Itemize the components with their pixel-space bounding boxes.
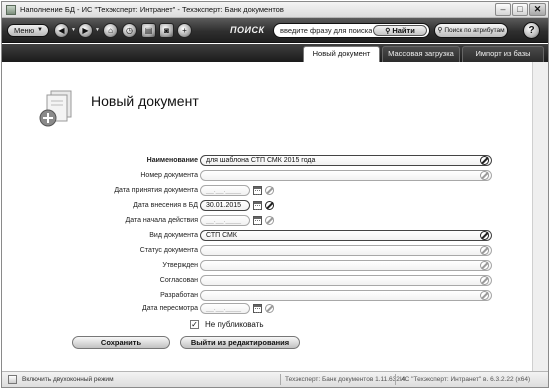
calendar-icon[interactable] — [253, 201, 262, 210]
history-icon[interactable]: ◷ — [122, 23, 137, 38]
form-content: Новый документ Наименование для шаблона … — [2, 62, 532, 371]
document-type-label: Вид документа — [149, 232, 198, 239]
approved-by-label: Утвержден — [162, 262, 198, 269]
document-number-label: Номер документа — [140, 172, 198, 179]
agreed-by-field[interactable] — [200, 275, 492, 286]
clear-icon[interactable] — [480, 231, 489, 240]
calendar-icon[interactable] — [253, 186, 262, 195]
camera-icon[interactable]: ◙ — [159, 23, 174, 38]
new-document-icon — [39, 90, 72, 127]
no-publish-label: Не публиковать — [205, 320, 264, 329]
calendar-icon[interactable] — [253, 304, 262, 313]
tab-bulk-upload[interactable]: Массовая загрузка — [382, 46, 460, 62]
tab-new-document[interactable]: Новый документ — [303, 46, 380, 62]
search-icon: ⚲ — [437, 27, 443, 34]
find-label: Найти — [392, 26, 415, 35]
close-button[interactable]: ✕ — [529, 3, 546, 16]
name-label: Наименование — [146, 157, 198, 164]
documents-icon[interactable]: ▤ — [141, 23, 156, 38]
name-field[interactable]: для шаблона СТП СМК 2015 года — [200, 155, 492, 166]
page-title: Новый документ — [91, 93, 199, 109]
document-number-field[interactable] — [200, 170, 492, 181]
window-title: Наполнение БД - ИС "Техэксперт: Интранет… — [20, 5, 284, 14]
revision-date-field[interactable]: __.__.____ — [200, 303, 250, 314]
save-button[interactable]: Сохранить — [72, 336, 170, 349]
adoption-date-label: Дата принятия документа — [114, 187, 198, 194]
app-window: Наполнение БД - ИС "Техэксперт: Интранет… — [1, 1, 549, 388]
status-bar: Включить двухоконный режим Техэксперт: Б… — [2, 371, 548, 387]
status-divider — [395, 374, 396, 385]
effective-date-field[interactable]: __.__.____ — [200, 215, 250, 226]
clear-icon[interactable] — [480, 246, 489, 255]
clear-icon[interactable] — [480, 291, 489, 300]
vertical-scrollbar[interactable] — [532, 62, 548, 371]
tab-bar: Новый документ Массовая загрузка Импорт … — [2, 44, 548, 62]
home-icon[interactable]: ⌂ — [103, 23, 118, 38]
clear-icon[interactable] — [480, 261, 489, 270]
maximize-button[interactable]: □ — [512, 3, 528, 16]
clear-icon[interactable] — [480, 276, 489, 285]
search-box: ⚲Найти — [273, 23, 430, 38]
tab-import-from-base[interactable]: Импорт из базы — [462, 46, 544, 62]
clear-icon[interactable] — [265, 304, 274, 313]
status-divider — [280, 374, 281, 385]
bank-version-text: Техэксперт: Банк документов 1.11.632.4 — [285, 376, 406, 383]
app-icon — [6, 5, 16, 15]
attribute-search-label: Поиск по атрибутам — [444, 27, 505, 34]
dual-window-icon[interactable] — [8, 375, 17, 384]
forward-dropdown-icon[interactable]: ▼ — [95, 27, 100, 33]
document-status-field[interactable] — [200, 245, 492, 256]
menu-label: Меню — [14, 26, 35, 35]
search-label: ПОИСК — [230, 25, 265, 35]
chevron-down-icon: ▼ — [37, 27, 43, 33]
document-status-label: Статус документа — [139, 247, 198, 254]
forward-icon[interactable]: ▶ — [78, 23, 93, 38]
agreed-by-label: Согласован — [159, 277, 198, 284]
no-publish-checkbox[interactable]: ✓ — [190, 320, 199, 329]
dual-window-toggle[interactable]: Включить двухоконный режим — [22, 376, 114, 383]
revision-date-label: Дата пересмотра — [142, 305, 198, 312]
developed-by-field[interactable] — [200, 290, 492, 301]
effective-date-label: Дата начала действия — [125, 217, 198, 224]
developed-by-label: Разработан — [160, 292, 198, 299]
document-type-field[interactable]: СТП СМК — [200, 230, 492, 241]
clear-icon[interactable] — [265, 216, 274, 225]
db-entry-date-field[interactable]: 30.01.2015 — [200, 200, 250, 211]
title-bar: Наполнение БД - ИС "Техэксперт: Интранет… — [2, 2, 548, 18]
adoption-date-field[interactable]: __.__.____ — [200, 185, 250, 196]
is-version-text: ИС "Техэксперт: Интранет" в. 6.3.2.22 (x… — [400, 376, 531, 383]
find-button[interactable]: ⚲ Найти — [373, 25, 427, 36]
help-button[interactable]: ? — [523, 22, 540, 39]
back-dropdown-icon[interactable]: ▼ — [71, 27, 76, 33]
clear-icon[interactable] — [480, 156, 489, 165]
clear-icon[interactable] — [265, 201, 274, 210]
menu-button[interactable]: Меню ▼ — [7, 24, 49, 37]
search-input[interactable] — [280, 25, 372, 36]
attribute-search-button[interactable]: ⚲ Поиск по атрибутам — [434, 23, 508, 38]
exit-editing-button[interactable]: Выйти из редактирования — [180, 336, 300, 349]
calendar-icon[interactable] — [253, 216, 262, 225]
minimize-button[interactable]: – — [495, 3, 511, 16]
main-toolbar: Меню ▼ ◀ ▼ ▶ ▼ ⌂ ◷ ▤ ◙ + ПОИСК ⚲Найти ⚲ … — [2, 18, 548, 43]
search-icon: ⚲ — [385, 28, 391, 35]
back-icon[interactable]: ◀ — [54, 23, 69, 38]
approved-by-field[interactable] — [200, 260, 492, 271]
add-icon[interactable]: + — [177, 23, 192, 38]
clear-icon[interactable] — [265, 186, 274, 195]
db-entry-date-label: Дата внесения в БД — [133, 202, 198, 209]
clear-icon[interactable] — [480, 171, 489, 180]
